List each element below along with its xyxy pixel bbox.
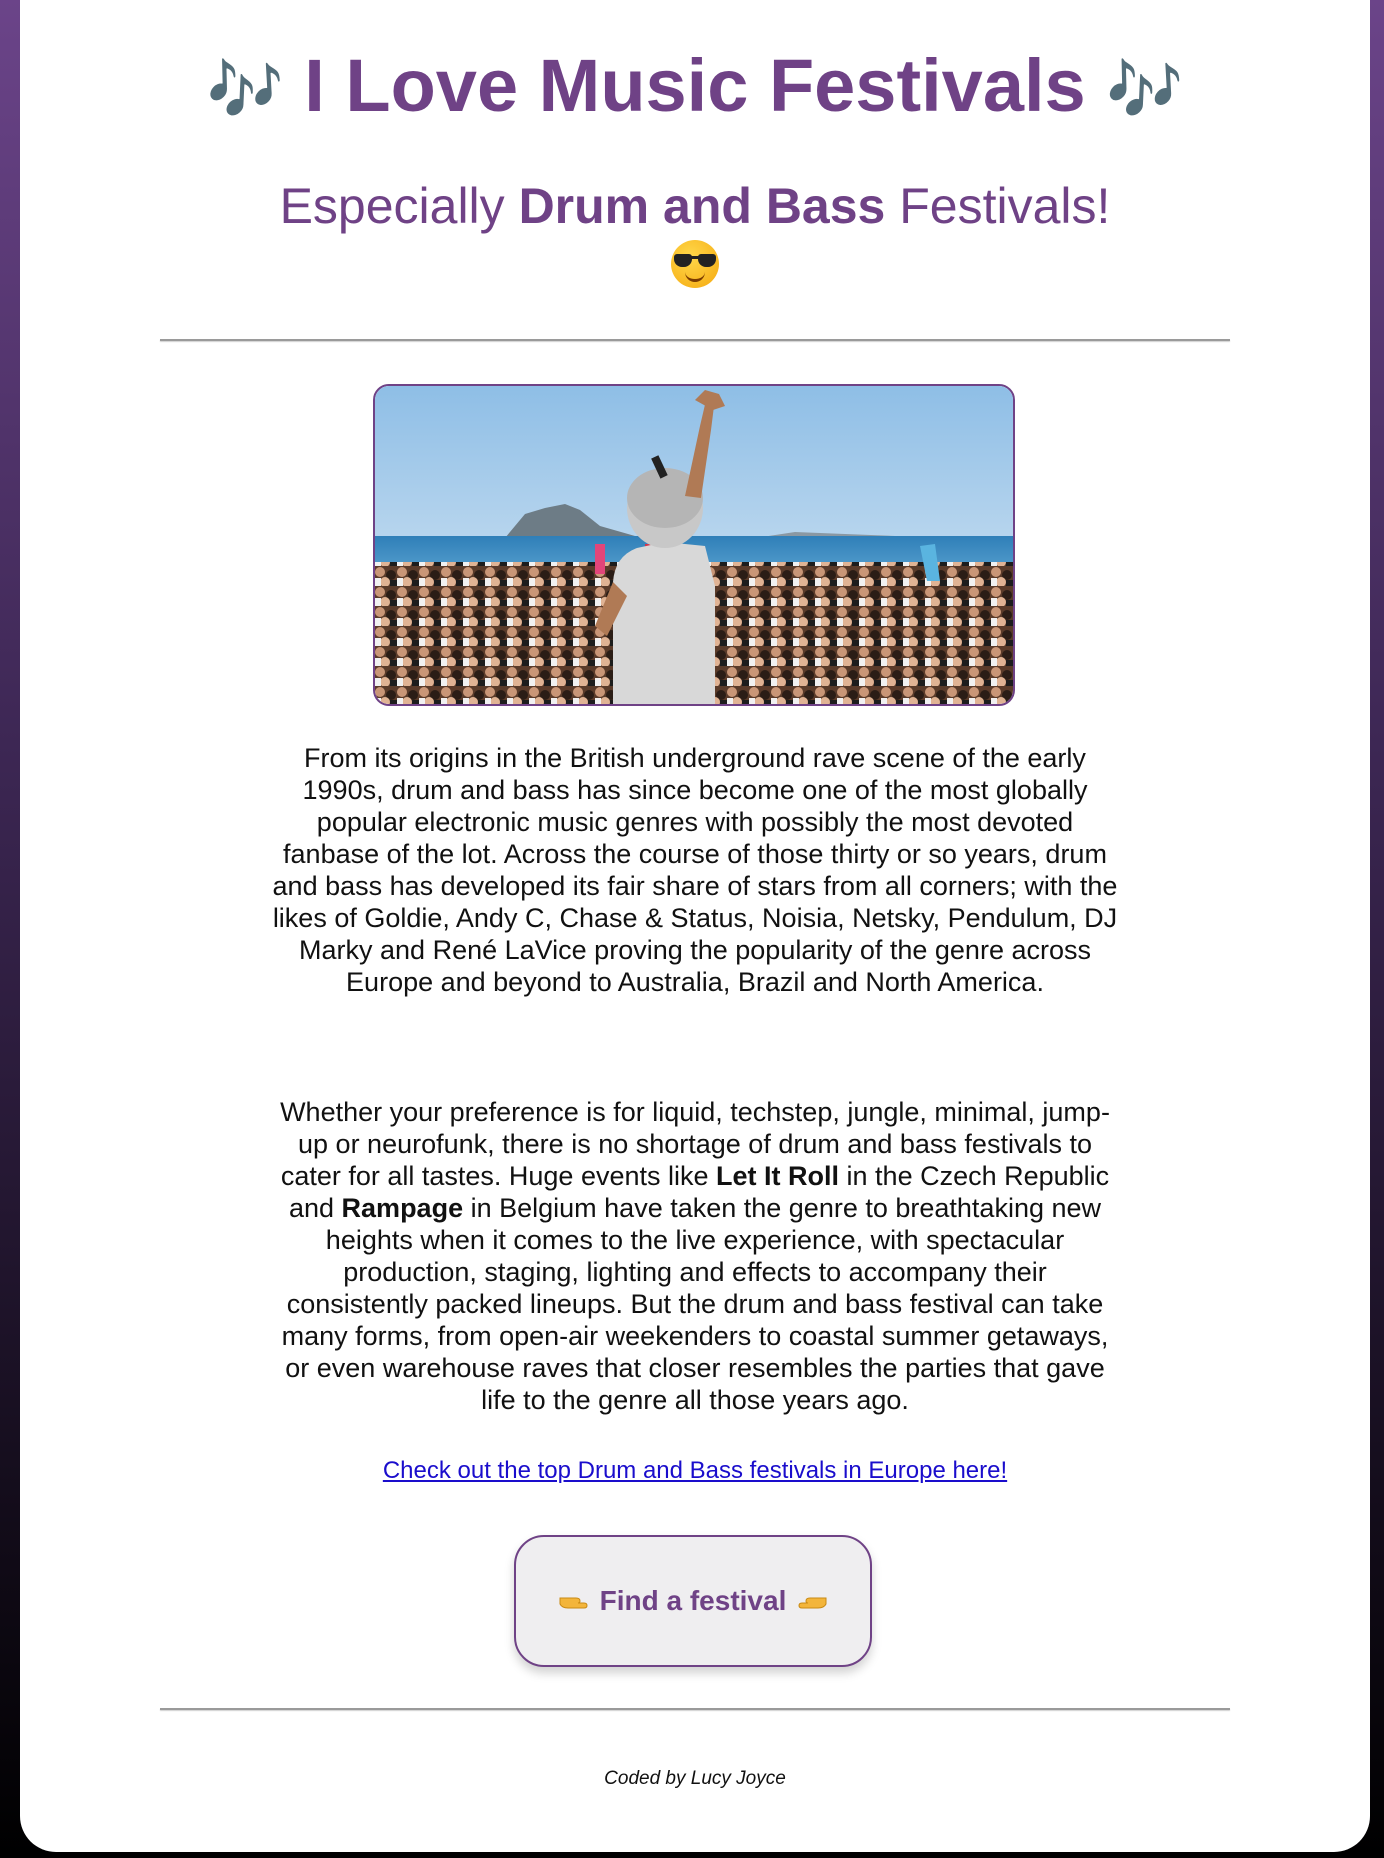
- let-it-roll-bold: Let It Roll: [716, 1161, 840, 1191]
- sunglasses-face-icon: [671, 240, 719, 288]
- pointing-right-icon: [558, 1589, 588, 1613]
- divider-top: [160, 339, 1230, 341]
- page-card: 🎶 I Love Music Festivals 🎶 Especially Dr…: [20, 0, 1370, 1852]
- rampage-bold: Rampage: [341, 1193, 464, 1223]
- subtitle-suffix: Festivals!: [899, 178, 1111, 234]
- paragraph-text: in Belgium have taken the genre to breat…: [281, 1193, 1109, 1415]
- page-subtitle: Especially Drum and Bass Festivals!: [20, 176, 1370, 288]
- subtitle-prefix: Especially: [279, 178, 505, 234]
- festivals-paragraph: Whether your preference is for liquid, t…: [270, 1096, 1120, 1416]
- find-festival-label: Find a festival: [599, 1585, 787, 1616]
- festival-crowd-image: [373, 384, 1015, 706]
- divider-bottom: [160, 1708, 1230, 1710]
- find-festival-button[interactable]: Find a festival: [514, 1535, 872, 1667]
- intro-paragraph: From its origins in the British undergro…: [272, 743, 1118, 997]
- page-title-text: I Love Music Festivals: [304, 44, 1086, 127]
- footer-credit: Coded by Lucy Joyce: [604, 1768, 786, 1789]
- page-title: 🎶 I Love Music Festivals 🎶: [20, 40, 1370, 136]
- subtitle-bold: Drum and Bass: [518, 178, 886, 234]
- festivals-link-container: Check out the top Drum and Bass festival…: [20, 1456, 1370, 1486]
- pointing-left-icon: [798, 1589, 828, 1613]
- music-notes-icon: 🎶: [1106, 53, 1184, 126]
- top-festivals-link[interactable]: Check out the top Drum and Bass festival…: [383, 1457, 1007, 1484]
- music-notes-icon: 🎶: [206, 53, 284, 126]
